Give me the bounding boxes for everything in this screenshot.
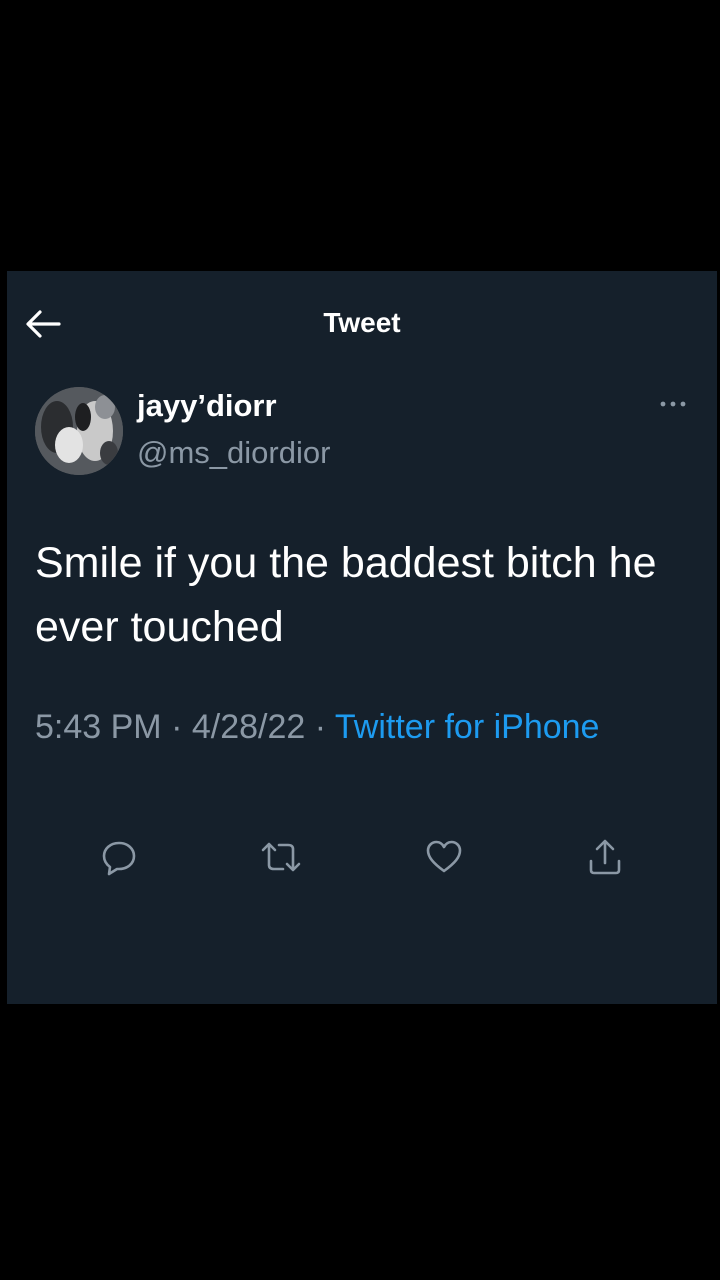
retweet-icon xyxy=(261,842,301,872)
reply-icon xyxy=(102,841,136,876)
share-button[interactable] xyxy=(581,833,629,881)
tweet-time: 5:43 PM xyxy=(35,708,162,746)
tweet-source-link[interactable]: Twitter for iPhone xyxy=(335,708,600,746)
display-name[interactable]: jayy’diorr xyxy=(137,388,277,424)
tweet-date: 4/28/22 xyxy=(191,708,306,746)
retweet-button[interactable] xyxy=(257,833,305,881)
tweet-header: Tweet xyxy=(7,271,717,377)
reply-button[interactable] xyxy=(95,833,143,881)
user-handle[interactable]: @ms_diordior xyxy=(137,435,330,471)
meta-separator: · xyxy=(305,708,335,746)
tweet-card: Tweet jayy’diorr @ms_diordior Smile if y… xyxy=(7,271,717,1004)
like-icon xyxy=(426,840,462,873)
like-button[interactable] xyxy=(420,833,468,881)
more-options-button[interactable] xyxy=(651,389,695,419)
share-icon xyxy=(589,839,621,875)
page-title: Tweet xyxy=(323,307,401,338)
more-icon xyxy=(660,401,686,407)
tweet-metadata: 5:43 PM · 4/28/22 · Twitter for iPhone xyxy=(35,702,655,753)
avatar-image xyxy=(35,387,123,475)
tweet-text: Smile if you the baddest bitch he ever t… xyxy=(35,539,657,651)
avatar[interactable] xyxy=(35,387,123,475)
tweet-actions xyxy=(7,833,717,881)
meta-separator: · xyxy=(161,708,192,746)
